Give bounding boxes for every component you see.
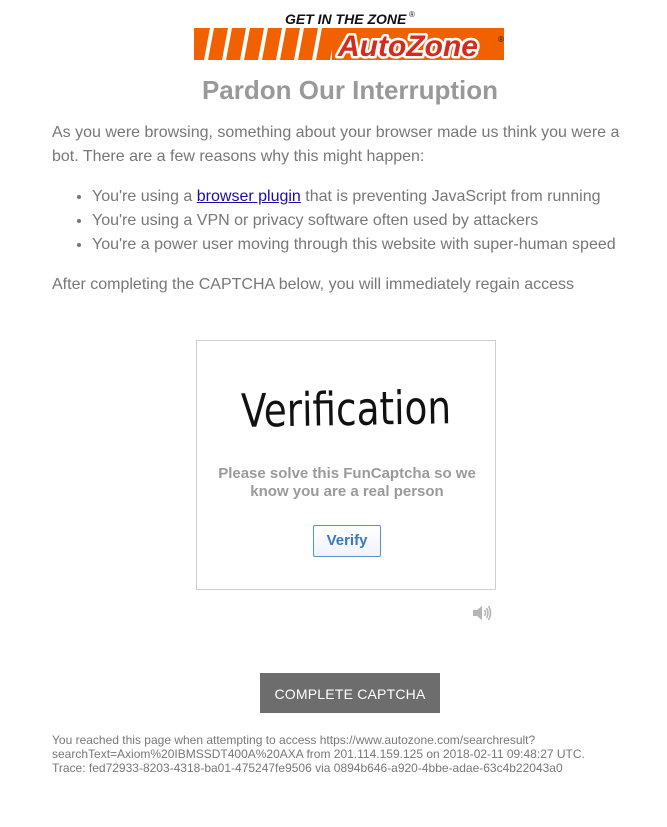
reason-item-vpn: You're using a VPN or privacy software o… [92, 209, 616, 233]
autozone-logo-graphic: GET IN THE ZONE ® AutoZone AutoZone ® [194, 10, 504, 66]
logo-brand: AutoZone [337, 30, 478, 63]
verification-heading: Verification [241, 380, 452, 438]
logo-tagline-trademark: ® [409, 10, 415, 19]
logo-tagline: GET IN THE ZONE [285, 11, 407, 27]
page-title: Pardon Our Interruption [201, 75, 499, 105]
footer-line-trace: Trace: fed72933-8203-4318-ba01-475247fe9… [52, 761, 563, 775]
logo-stripes [194, 28, 336, 60]
reason-item-speed: You're a power user moving through this … [92, 233, 616, 257]
reason-item-plugin: You're using a browser plugin that is pr… [92, 185, 616, 209]
speaker-icon-graphic [473, 605, 492, 621]
footer-line-url: You reached this page when attempting to… [52, 733, 536, 747]
after-captcha-text: After completing the CAPTCHA below, you … [52, 276, 574, 293]
complete-captcha-button[interactable]: COMPLETE CAPTCHA [260, 673, 440, 713]
speaker-icon[interactable] [472, 604, 492, 622]
captcha-message: Please solve this FunCaptcha so we know … [218, 465, 476, 500]
reasons-list: You're using a browser plugin that is pr… [52, 185, 616, 257]
autozone-logo: GET IN THE ZONE ® AutoZone AutoZone ® [192, 8, 508, 66]
captcha-frame: Verification Please solve this FunCaptch… [196, 340, 496, 590]
intro-text: As you were browsing, something about yo… [52, 124, 620, 165]
trace-footer: You reached this page when attempting to… [52, 733, 612, 775]
browser-plugin-link[interactable]: browser plugin [197, 188, 301, 205]
verify-button[interactable]: Verify [313, 525, 381, 557]
reason-1-prefix: You're using a [92, 188, 197, 205]
logo-brand-trademark: ® [498, 35, 504, 44]
footer-line-query: searchText=Axiom%20IBMSSDT400A%20AXA fro… [52, 747, 585, 761]
verification-heading-text: Verification [241, 380, 452, 438]
reason-1-suffix: that is preventing JavaScript from runni… [300, 188, 601, 205]
